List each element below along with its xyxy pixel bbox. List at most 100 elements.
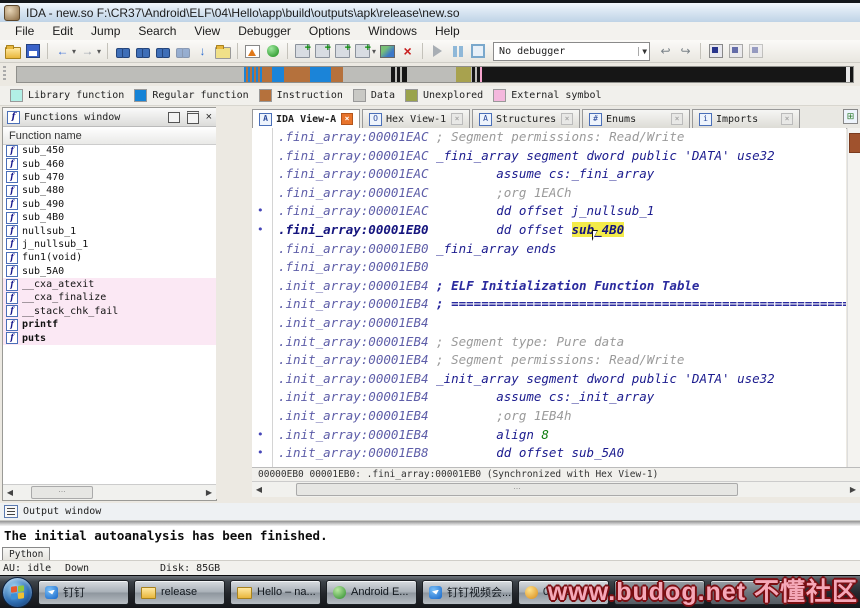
disassembly-vscrollbar[interactable] [847, 128, 860, 467]
disassembly-line[interactable]: • .init_array:00001EB4 align 8 [252, 426, 846, 445]
back-dropdown-icon[interactable]: ▾ [72, 47, 76, 56]
disassembly-line[interactable]: .init_array:00001EB4 ;org 1EB4h [252, 407, 846, 426]
flowchart-icon[interactable] [244, 43, 261, 59]
scrollbar-thumb[interactable]: ⋯ [31, 486, 93, 499]
function-list-item[interactable]: f fun1(void) [3, 251, 216, 264]
disassembly-line[interactable]: .init_array:00001EB4 ; Segment permissio… [252, 351, 846, 370]
close-icon[interactable]: × [206, 111, 212, 122]
menu-view[interactable]: View [185, 24, 229, 38]
colors-icon[interactable] [379, 43, 396, 59]
debug-start-icon[interactable] [429, 43, 446, 59]
disassembly-line[interactable]: .fini_array:00001EB0 _fini_array ends [252, 240, 846, 259]
tab-imports[interactable]: i Imports × [692, 109, 800, 128]
search-again-icon[interactable] [174, 43, 191, 59]
function-list-item[interactable]: f sub_4B0 [3, 211, 216, 224]
search-sequence-icon[interactable] [154, 43, 171, 59]
disassembly-line[interactable]: • .init_array:00001EB8 dd offset sub_5A0 [252, 444, 846, 463]
disassembly-hscrollbar[interactable]: ◀ ⋯ ▶ [252, 481, 860, 497]
disassembly-line[interactable]: .fini_array:00001EAC _fini_array segment… [252, 147, 846, 166]
tab-close-icon[interactable]: × [561, 113, 573, 125]
new-window-icon[interactable]: ⊞ [843, 109, 858, 124]
delete-icon[interactable]: × [399, 43, 416, 59]
taskbar-button-hello-na-[interactable]: Hello – na... [230, 579, 321, 605]
tab-ida-view-a[interactable]: A IDA View-A × [252, 109, 360, 128]
function-list-item[interactable]: f sub_490 [3, 198, 216, 211]
disassembly-line[interactable]: .init_array:00001EB4 assume cs:_init_arr… [252, 388, 846, 407]
output-window-titlebar[interactable]: Output window [0, 503, 860, 521]
navigate-forward-icon[interactable]: → [79, 43, 96, 59]
taskbar-button-release[interactable]: release [134, 579, 225, 605]
taskbar-button-android-e-[interactable]: Android E... [326, 579, 417, 605]
function-name-column-header[interactable]: Function name [3, 127, 216, 145]
tab-close-icon[interactable]: × [451, 113, 463, 125]
menu-jump[interactable]: Jump [82, 24, 129, 38]
disassembly-view[interactable]: .fini_array:00001EAC ; Segment permissio… [252, 128, 846, 467]
function-list-item[interactable]: f j_nullsub_1 [3, 238, 216, 251]
tab-structures[interactable]: A Structures × [472, 109, 580, 128]
function-list-item[interactable]: f sub_480 [3, 184, 216, 197]
run-sphere-icon[interactable] [264, 43, 281, 59]
scroll-left-icon[interactable]: ◀ [252, 485, 266, 494]
disassembly-line[interactable]: .fini_array:00001EB0 [252, 258, 846, 277]
step-into-icon[interactable]: ↩ [657, 43, 674, 59]
functions-window-titlebar[interactable]: f Functions window × [3, 108, 216, 127]
disassembly-line[interactable]: • .fini_array:00001EB0 dd offset sub_4B0 [252, 221, 846, 240]
tab-close-icon[interactable]: × [781, 113, 793, 125]
menu-edit[interactable]: Edit [43, 24, 82, 38]
breakpoint-add-icon[interactable] [727, 43, 744, 59]
search-text-icon[interactable] [134, 43, 151, 59]
taskbar-button-钉钉[interactable]: 钉钉 [38, 579, 129, 605]
open-file-icon[interactable] [4, 43, 21, 59]
disassembly-line[interactable]: .fini_array:00001EAC ;org 1EACh [252, 184, 846, 203]
step-over-icon[interactable]: ↪ [677, 43, 694, 59]
menu-windows[interactable]: Windows [359, 24, 426, 38]
disassembly-line[interactable]: • .fini_array:00001EAC dd offset j_nullsu… [252, 202, 846, 221]
tab-close-icon[interactable]: × [671, 113, 683, 125]
disassembly-line[interactable]: .init_array:00001EB4 [252, 314, 846, 333]
scrollbar-thumb[interactable]: ⋯ [296, 483, 738, 496]
scroll-left-icon[interactable]: ◀ [3, 488, 17, 497]
disassembly-line[interactable]: .init_array:00001EB4 _init_array segment… [252, 370, 846, 389]
jump-down-icon[interactable]: ↓ [194, 43, 211, 59]
navigate-back-icon[interactable]: ← [54, 43, 71, 59]
add-dropdown-icon[interactable]: ▾ [372, 47, 376, 56]
tab-hex-view-1[interactable]: O Hex View-1 × [362, 109, 470, 128]
function-list-item[interactable]: f __cxa_finalize [3, 291, 216, 305]
taskbar-button-钉钉视频会-[interactable]: 钉钉视频会... [422, 579, 513, 605]
add-struct-icon[interactable] [314, 40, 331, 59]
disassembly-line[interactable]: .init_array:00001EB4 ; Segment type: Pur… [252, 333, 846, 352]
tab-enums[interactable]: # Enums × [582, 109, 690, 128]
function-list-item[interactable]: f __cxa_atexit [3, 277, 216, 292]
menu-search[interactable]: Search [129, 24, 185, 38]
functions-hscrollbar[interactable]: ◀ ⋯ ▶ [3, 484, 216, 500]
disassembly-line[interactable]: .fini_array:00001EAC ; Segment permissio… [252, 128, 846, 147]
float-icon[interactable] [186, 110, 199, 124]
title-bar[interactable]: IDA - new.so F:\CR37\Android\ELF\04\Hell… [0, 0, 860, 22]
function-list-item[interactable]: f sub_460 [3, 157, 216, 171]
add-data-icon[interactable] [294, 40, 311, 59]
disassembly-line[interactable]: .init_array:00001EB4 ; ELF Initializatio… [252, 277, 846, 296]
function-list-item[interactable]: f __stack_chk_fail [3, 304, 216, 319]
menu-debugger[interactable]: Debugger [229, 24, 300, 38]
function-list-item[interactable]: f sub_470 [3, 171, 216, 184]
function-list-item[interactable]: f nullsub_1 [3, 224, 216, 238]
scrollbar-thumb[interactable] [849, 133, 860, 153]
add-name-icon[interactable] [334, 40, 351, 59]
navigation-band[interactable] [16, 66, 854, 83]
add-func-icon[interactable] [354, 40, 371, 59]
navband-drag-handle[interactable] [3, 66, 6, 82]
mark-icon[interactable] [214, 43, 231, 59]
search-binary-icon[interactable] [114, 43, 131, 59]
debugger-select[interactable]: No debugger ▼ [493, 41, 651, 61]
scroll-right-icon[interactable]: ▶ [846, 485, 860, 494]
function-list-item[interactable]: f sub_5A0 [3, 265, 216, 278]
menu-file[interactable]: File [6, 24, 43, 38]
restore-icon[interactable] [167, 111, 180, 123]
function-list-item[interactable]: f printf [3, 318, 216, 332]
scroll-right-icon[interactable]: ▶ [202, 488, 216, 497]
disassembly-line[interactable]: .fini_array:00001EAC assume cs:_fini_arr… [252, 165, 846, 184]
tab-close-icon[interactable]: × [341, 113, 353, 125]
debug-stop-icon[interactable] [469, 43, 486, 59]
disassembly-line[interactable]: .init_array:00001EB4 ; =================… [252, 295, 846, 314]
menu-options[interactable]: Options [300, 24, 359, 38]
